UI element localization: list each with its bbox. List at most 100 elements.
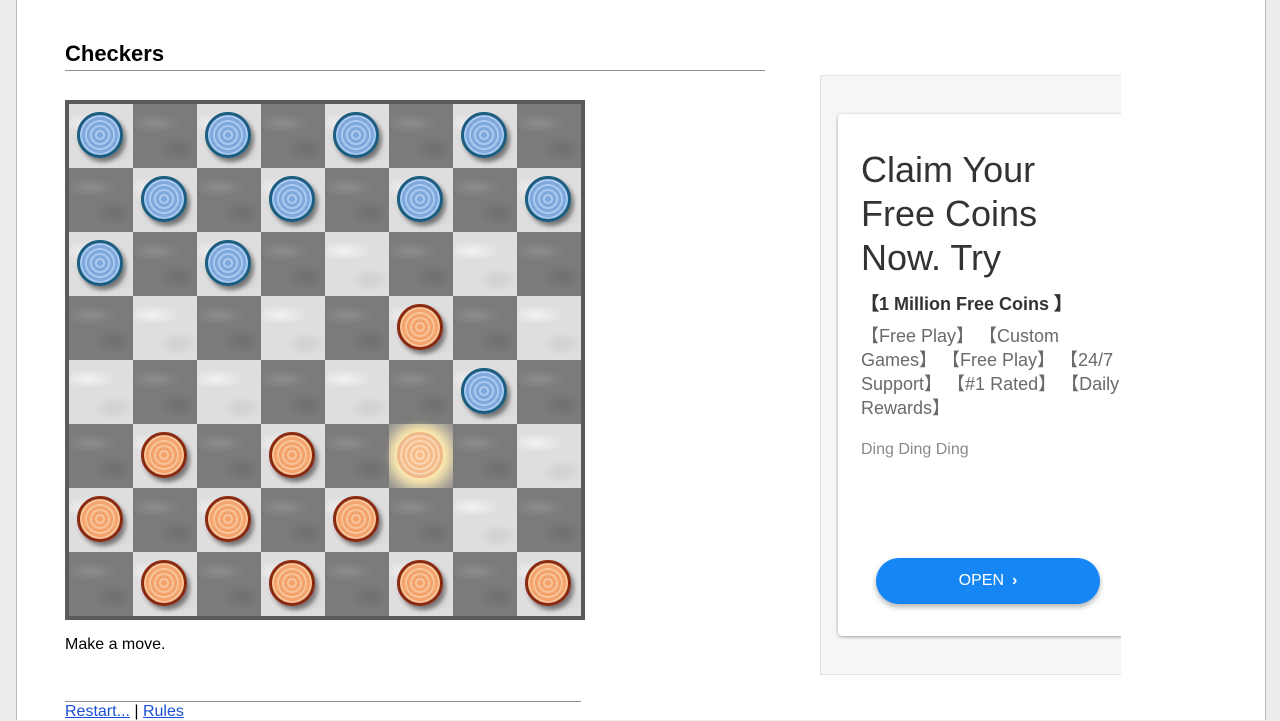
chevron-right-icon: › xyxy=(1012,572,1018,589)
orange-checker-piece[interactable] xyxy=(141,560,187,606)
board-square[interactable] xyxy=(69,104,133,168)
status-text: Make a move. xyxy=(65,636,166,653)
board-square[interactable] xyxy=(261,296,325,360)
board-square[interactable] xyxy=(261,104,325,168)
board-square[interactable] xyxy=(389,168,453,232)
board-square[interactable] xyxy=(133,424,197,488)
board-square[interactable] xyxy=(197,552,261,616)
board-square[interactable] xyxy=(453,232,517,296)
rules-link[interactable]: Rules xyxy=(143,703,184,720)
board-square[interactable] xyxy=(389,424,453,488)
orange-checker-piece[interactable] xyxy=(269,432,315,478)
board-square[interactable] xyxy=(261,360,325,424)
selected-checker-piece[interactable] xyxy=(397,432,443,478)
footer-links: Restart... | Rules xyxy=(65,703,184,721)
orange-checker-piece[interactable] xyxy=(141,432,187,478)
board-square[interactable] xyxy=(325,168,389,232)
board-square[interactable] xyxy=(517,360,581,424)
board-square[interactable] xyxy=(389,296,453,360)
board-square[interactable] xyxy=(69,296,133,360)
board-square[interactable] xyxy=(325,488,389,552)
board-square[interactable] xyxy=(133,488,197,552)
board-square[interactable] xyxy=(517,488,581,552)
board-square[interactable] xyxy=(197,360,261,424)
board-square[interactable] xyxy=(453,168,517,232)
board-square[interactable] xyxy=(453,296,517,360)
blue-checker-piece[interactable] xyxy=(525,176,571,222)
blue-checker-piece[interactable] xyxy=(77,112,123,158)
ad-headline[interactable]: Claim Your Free Coins Now. Try xyxy=(861,148,1101,280)
board-square[interactable] xyxy=(133,360,197,424)
checkers-board[interactable] xyxy=(65,100,585,620)
board-square[interactable] xyxy=(517,296,581,360)
board-square[interactable] xyxy=(325,296,389,360)
board-square[interactable] xyxy=(133,104,197,168)
board-square[interactable] xyxy=(261,232,325,296)
board-square[interactable] xyxy=(453,360,517,424)
board-square[interactable] xyxy=(197,104,261,168)
board-square[interactable] xyxy=(517,168,581,232)
board-square[interactable] xyxy=(69,168,133,232)
orange-checker-piece[interactable] xyxy=(269,560,315,606)
board-square[interactable] xyxy=(517,424,581,488)
board-square[interactable] xyxy=(261,424,325,488)
board-square[interactable] xyxy=(197,168,261,232)
board-square[interactable] xyxy=(325,424,389,488)
orange-checker-piece[interactable] xyxy=(333,496,379,542)
board-square[interactable] xyxy=(133,232,197,296)
board-square[interactable] xyxy=(517,552,581,616)
board-square[interactable] xyxy=(133,168,197,232)
ad-description: 【Free Play】 【Custom Games】 【Free Play】 【… xyxy=(861,326,1120,418)
orange-checker-piece[interactable] xyxy=(205,496,251,542)
board-square[interactable] xyxy=(69,488,133,552)
board-square[interactable] xyxy=(69,360,133,424)
board-square[interactable] xyxy=(197,424,261,488)
board-square[interactable] xyxy=(325,104,389,168)
restart-link[interactable]: Restart... xyxy=(65,703,130,720)
orange-checker-piece[interactable] xyxy=(397,304,443,350)
board-square[interactable] xyxy=(69,552,133,616)
ad-open-button[interactable]: OPEN › xyxy=(876,558,1100,604)
board-square[interactable] xyxy=(389,104,453,168)
blue-checker-piece[interactable] xyxy=(269,176,315,222)
ad-card[interactable]: Claim Your Free Coins Now. Try 【1 Millio… xyxy=(838,114,1121,636)
blue-checker-piece[interactable] xyxy=(333,112,379,158)
board-square[interactable] xyxy=(389,360,453,424)
blue-checker-piece[interactable] xyxy=(77,240,123,286)
board-square[interactable] xyxy=(453,104,517,168)
board-square[interactable] xyxy=(197,488,261,552)
page-title: Checkers xyxy=(65,40,765,71)
board-square[interactable] xyxy=(517,104,581,168)
board-square[interactable] xyxy=(389,488,453,552)
board-square[interactable] xyxy=(325,360,389,424)
blue-checker-piece[interactable] xyxy=(461,368,507,414)
board-square[interactable] xyxy=(261,552,325,616)
orange-checker-piece[interactable] xyxy=(397,560,443,606)
board-square[interactable] xyxy=(69,424,133,488)
blue-checker-piece[interactable] xyxy=(397,176,443,222)
board-square[interactable] xyxy=(453,424,517,488)
board-square[interactable] xyxy=(325,552,389,616)
footer-divider xyxy=(65,701,581,702)
board-square[interactable] xyxy=(133,552,197,616)
ad-advertiser: Ding Ding Ding xyxy=(861,441,969,458)
board-square[interactable] xyxy=(69,232,133,296)
link-separator: | xyxy=(129,703,143,720)
board-square[interactable] xyxy=(197,296,261,360)
board-square[interactable] xyxy=(197,232,261,296)
blue-checker-piece[interactable] xyxy=(461,112,507,158)
orange-checker-piece[interactable] xyxy=(77,496,123,542)
board-square[interactable] xyxy=(261,488,325,552)
board-square[interactable] xyxy=(325,232,389,296)
board-square[interactable] xyxy=(453,552,517,616)
board-square[interactable] xyxy=(453,488,517,552)
board-square[interactable] xyxy=(389,552,453,616)
board-square[interactable] xyxy=(389,232,453,296)
orange-checker-piece[interactable] xyxy=(525,560,571,606)
board-square[interactable] xyxy=(517,232,581,296)
board-square[interactable] xyxy=(261,168,325,232)
board-square[interactable] xyxy=(133,296,197,360)
blue-checker-piece[interactable] xyxy=(141,176,187,222)
blue-checker-piece[interactable] xyxy=(205,240,251,286)
blue-checker-piece[interactable] xyxy=(205,112,251,158)
